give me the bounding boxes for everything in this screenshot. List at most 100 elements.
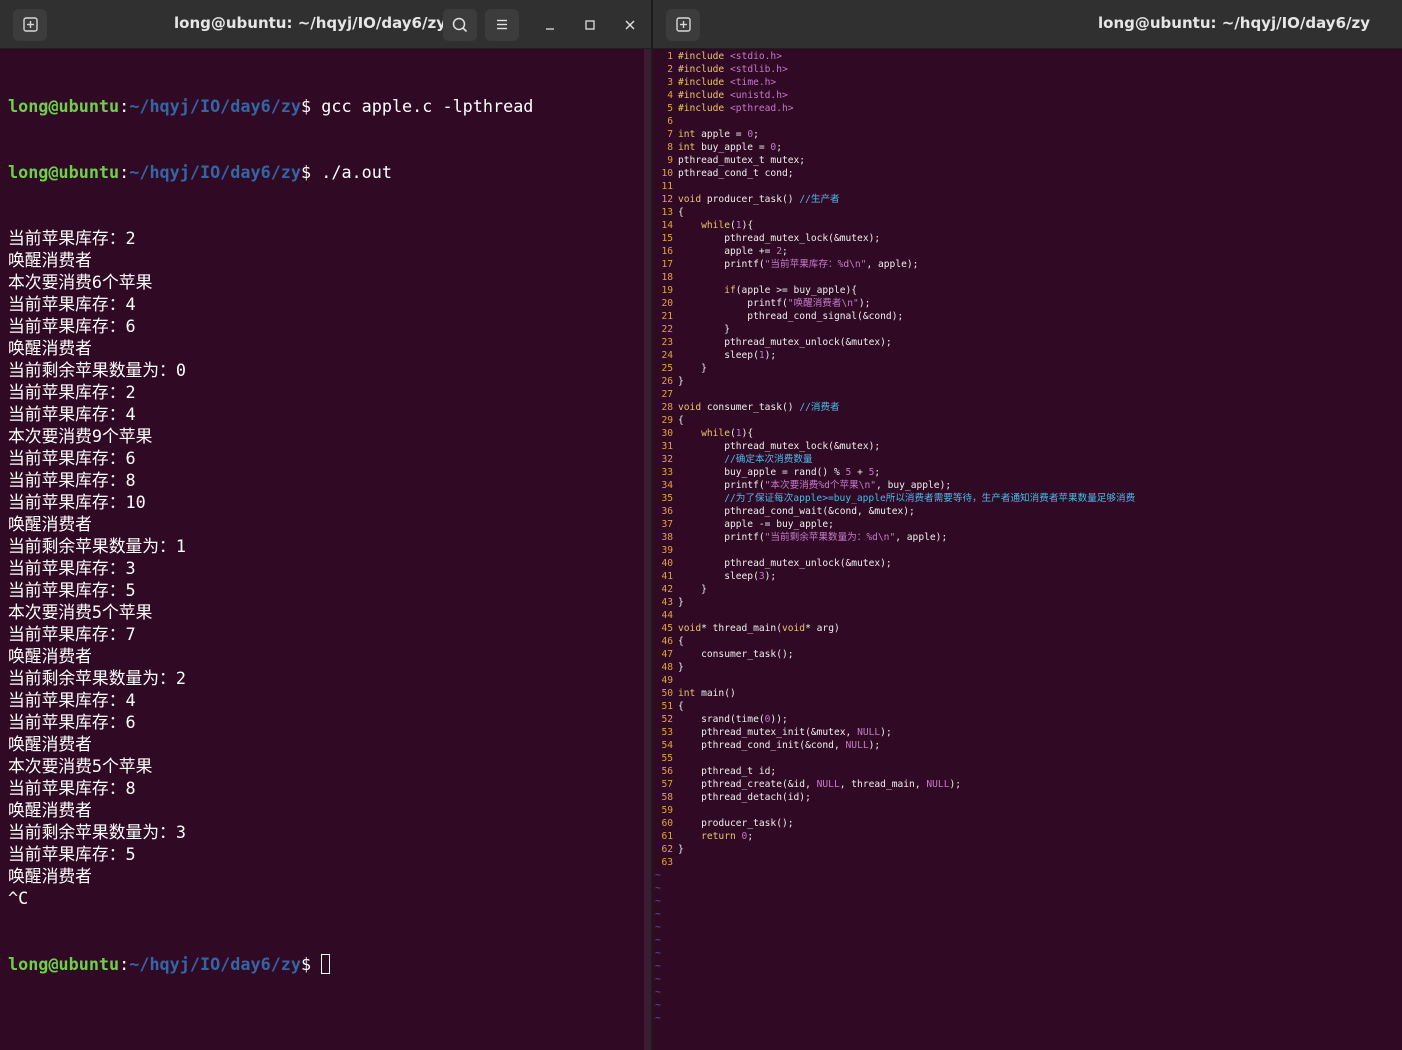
terminal-output: long@ubuntu:~/hqyj/IO/day6/zy$ gcc apple…: [8, 51, 533, 1019]
code-line: 19 if(apple >= buy_apple){: [653, 284, 1402, 297]
code-text: printf("唤醒消费者\n");: [678, 298, 871, 309]
code-line: 14 while(1){: [653, 219, 1402, 232]
output-line: 唤醒消费者: [8, 338, 92, 358]
window-title: long@ubuntu: ~/hqyj/IO/day6/zy: [174, 14, 446, 32]
output-line: 当前苹果库存：6: [8, 448, 136, 468]
code-text: printf("当前剩余苹果数量为：%d\n", apple);: [678, 532, 948, 543]
line-number: 59: [661, 805, 673, 816]
output-line: 当前苹果库存：8: [8, 470, 136, 490]
minimize-button[interactable]: [538, 13, 562, 37]
output-line: 当前苹果库存：2: [8, 382, 136, 402]
code-line: 18: [653, 271, 1402, 284]
line-number: 15: [661, 233, 673, 244]
line-number: 19: [661, 285, 673, 296]
line-number: 29: [661, 415, 673, 426]
line-number: 57: [661, 779, 673, 790]
line-number: 8: [667, 142, 673, 153]
menu-button[interactable]: [485, 9, 519, 41]
vim-editor[interactable]: 1 #include <stdio.h> 2 #include <stdlib.h> 3…: [653, 49, 1402, 1050]
code-text: pthread_cond_init(&cond, NULL);: [678, 740, 881, 751]
line-number: 30: [661, 428, 673, 439]
code-text: #include <time.h>: [678, 77, 777, 88]
code-line: 29 {: [653, 414, 1402, 427]
code-line: 39: [653, 544, 1402, 557]
output-line: 唤醒消费者: [8, 734, 92, 754]
code-text: pthread_cond_wait(&cond, &mutex);: [678, 506, 915, 517]
code-line: 20 printf("唤醒消费者\n");: [653, 297, 1402, 310]
text-cursor[interactable]: [321, 954, 331, 974]
code-line: 63: [653, 856, 1402, 869]
code-text: pthread_create(&id, NULL, thread_main, N…: [678, 779, 962, 790]
code-text: producer_task();: [678, 818, 794, 829]
code-line: 50 int main(): [653, 687, 1402, 700]
empty-buffer-marker: ~: [655, 948, 661, 959]
output-line: 当前苹果库存：6: [8, 712, 136, 732]
command-line[interactable]: long@ubuntu:~/hqyj/IO/day6/zy$: [8, 953, 533, 975]
code-line: 1 #include <stdio.h>: [653, 50, 1402, 63]
line-number: 17: [661, 259, 673, 270]
line-number: 51: [661, 701, 673, 712]
line-number: 48: [661, 662, 673, 673]
code-text: #include <pthread.h>: [678, 103, 794, 114]
code-line: 36 pthread_cond_wait(&cond, &mutex);: [653, 505, 1402, 518]
line-number: 18: [661, 272, 673, 283]
close-button[interactable]: [618, 13, 642, 37]
code-line: 41 sleep(3);: [653, 570, 1402, 583]
line-number: 52: [661, 714, 673, 725]
code-line: 22 }: [653, 323, 1402, 336]
line-number: 62: [661, 844, 673, 855]
code-line: 49: [653, 674, 1402, 687]
right-terminal-window[interactable]: long@ubuntu: ~/hqyj/IO/day6/zy 1 #include…: [653, 0, 1402, 1050]
left-titlebar[interactable]: long@ubuntu: ~/hqyj/IO/day6/zy: [0, 0, 651, 49]
code-line: 37 apple -= buy_apple;: [653, 518, 1402, 531]
output-line: 本次要消费5个苹果: [8, 756, 153, 776]
line-number: 36: [661, 506, 673, 517]
code-text: {: [678, 415, 684, 426]
code-text: int main(): [678, 688, 736, 699]
code-text: pthread_cond_signal(&cond);: [678, 311, 904, 322]
line-number: 54: [661, 740, 673, 751]
prompt-user: long@ubuntu: [8, 96, 120, 116]
code-line: 52 srand(time(0));: [653, 713, 1402, 726]
code-line: 45 void* thread_main(void* arg): [653, 622, 1402, 635]
code-text: void* thread_main(void* arg): [678, 623, 840, 634]
code-text: pthread_mutex_t mutex;: [678, 155, 806, 166]
code-text: {: [678, 701, 684, 712]
minimize-icon: [546, 28, 554, 30]
left-terminal-window[interactable]: long@ubuntu: ~/hqyj/IO/day6/zy long@ubun…: [0, 0, 651, 1050]
line-number: 20: [661, 298, 673, 309]
terminal-body[interactable]: long@ubuntu:~/hqyj/IO/day6/zy$ gcc apple…: [0, 49, 651, 1050]
empty-buffer-marker: ~: [655, 870, 661, 881]
prompt-path: ~/hqyj/IO/day6/zy: [129, 162, 302, 182]
line-number: 61: [661, 831, 673, 842]
search-button[interactable]: [443, 9, 477, 41]
line-number: 50: [661, 688, 673, 699]
empty-buffer-marker: ~: [655, 935, 661, 946]
window-title: long@ubuntu: ~/hqyj/IO/day6/zy: [1098, 14, 1370, 32]
code-text: consumer_task();: [678, 649, 794, 660]
code-line: 4 #include <unistd.h>: [653, 89, 1402, 102]
output-line: 本次要消费9个苹果: [8, 426, 153, 446]
code-text: printf("本次要消费%d个苹果\n", buy_apple);: [678, 480, 952, 491]
output-line: 当前苹果库存：4: [8, 690, 136, 710]
empty-buffer-marker: ~: [655, 1013, 661, 1024]
code-text: return 0;: [701, 831, 754, 842]
new-tab-button[interactable]: [666, 9, 700, 41]
line-number: 41: [661, 571, 673, 582]
code-line: 12 void producer_task() //生产者: [653, 193, 1402, 206]
line-number: 37: [661, 519, 673, 530]
code-text: //为了保证每次apple>=buy_apple所以消费者需要等待，生产者通知消…: [724, 493, 1136, 504]
right-titlebar[interactable]: long@ubuntu: ~/hqyj/IO/day6/zy: [653, 0, 1402, 49]
line-number: 21: [661, 311, 673, 322]
line-number: 9: [667, 155, 673, 166]
code-text: printf("当前苹果库存：%d\n", apple);: [678, 259, 919, 270]
code-text: {: [678, 207, 684, 218]
output-line: 唤醒消费者: [8, 646, 92, 666]
maximize-button[interactable]: [578, 13, 602, 37]
scrollbar[interactable]: [644, 49, 651, 1050]
code-line: 8 int buy_apple = 0;: [653, 141, 1402, 154]
empty-buffer-marker: ~: [655, 896, 661, 907]
code-line: 21 pthread_cond_signal(&cond);: [653, 310, 1402, 323]
line-number: 7: [667, 129, 673, 140]
code-view: 1 #include <stdio.h> 2 #include <stdlib.h> 3…: [653, 50, 1402, 1025]
